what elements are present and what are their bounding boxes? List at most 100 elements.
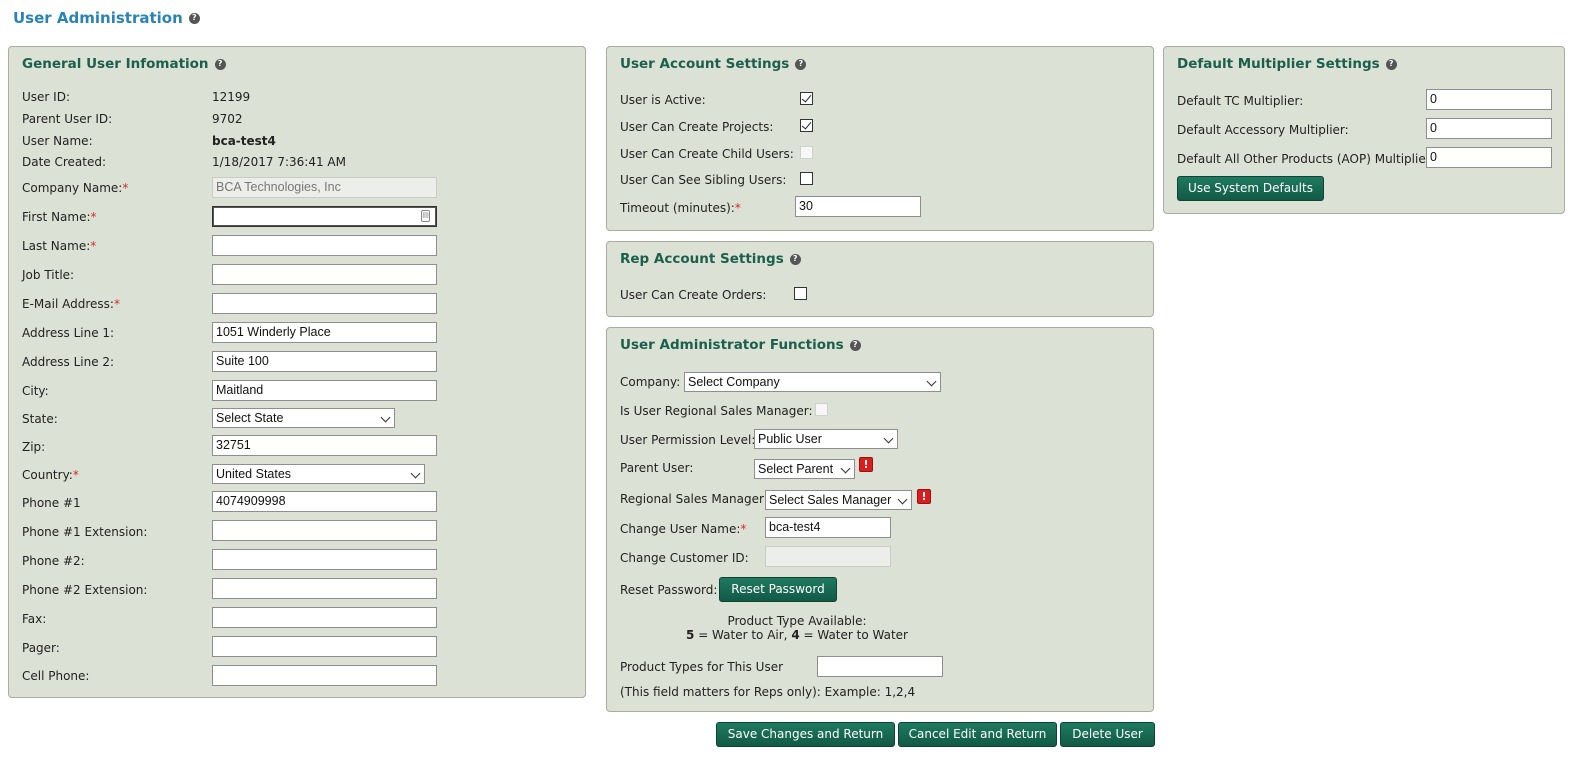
product-available-title: Product Type Available: xyxy=(727,614,867,628)
first-name-field[interactable]: ▤ xyxy=(212,206,437,227)
address1-field[interactable]: 1051 Winderly Place xyxy=(212,322,437,343)
parent-id-label: Parent User ID: xyxy=(22,112,113,126)
user-active-label: User is Active: xyxy=(620,93,706,107)
user-active-checkbox[interactable] xyxy=(800,92,813,105)
regional-manager-flag-checkbox xyxy=(815,403,828,416)
required-mark: * xyxy=(72,468,79,482)
company-name-label-text: Company Name: xyxy=(22,181,123,195)
fax-label: Fax: xyxy=(22,612,47,626)
help-icon[interactable]: ? xyxy=(789,253,801,265)
tc-multiplier-field[interactable]: 0 xyxy=(1426,89,1552,110)
help-icon[interactable]: ? xyxy=(1385,58,1397,70)
cell-phone-label: Cell Phone: xyxy=(22,669,90,683)
chevron-down-icon xyxy=(840,463,851,474)
help-icon[interactable]: ? xyxy=(795,58,807,70)
help-icon[interactable]: ? xyxy=(849,339,861,351)
required-mark: * xyxy=(90,210,97,224)
product-code-4: 4 xyxy=(791,628,800,642)
date-created-label: Date Created: xyxy=(22,155,107,169)
first-name-label: First Name:* xyxy=(22,210,97,224)
admin-company-label: Company: xyxy=(620,375,681,389)
city-label: City: xyxy=(22,384,49,398)
page-title-text: User Administration xyxy=(13,9,183,27)
email-label-text: E-Mail Address: xyxy=(22,297,114,311)
last-name-field[interactable] xyxy=(212,235,437,256)
admin-company-select[interactable]: Select Company xyxy=(684,372,941,392)
use-system-defaults-button[interactable]: Use System Defaults xyxy=(1177,176,1324,201)
phone2-field[interactable] xyxy=(212,549,437,570)
help-icon[interactable]: ? xyxy=(188,12,200,24)
user-id-label: User ID: xyxy=(22,90,70,104)
company-name-label: Company Name:* xyxy=(22,181,128,195)
contact-card-icon[interactable]: ▤ xyxy=(421,210,430,222)
cancel-edit-button[interactable]: Cancel Edit and Return xyxy=(898,722,1057,747)
address2-label: Address Line 2: xyxy=(22,355,115,369)
address2-field[interactable]: Suite 100 xyxy=(212,351,437,372)
pager-field[interactable] xyxy=(212,636,437,657)
phone1-ext-label: Phone #1 Extension: xyxy=(22,525,148,539)
sales-manager-label: Regional Sales Manager: xyxy=(620,492,768,506)
parent-user-label: Parent User: xyxy=(620,461,694,475)
phone1-label: Phone #1 xyxy=(22,496,81,510)
general-info-panel: General User Infomation ? User ID: 12199… xyxy=(8,46,586,698)
timeout-label: Timeout (minutes):* xyxy=(620,201,741,215)
last-name-label: Last Name:* xyxy=(22,239,96,253)
warning-icon: ! xyxy=(859,457,873,472)
delete-user-button[interactable]: Delete User xyxy=(1060,722,1155,747)
aop-multiplier-field[interactable]: 0 xyxy=(1426,147,1552,168)
parent-user-select[interactable]: Select Parent xyxy=(754,459,855,479)
tc-multiplier-label: Default TC Multiplier: xyxy=(1177,94,1304,108)
see-sibling-checkbox[interactable] xyxy=(800,172,813,185)
save-changes-button[interactable]: Save Changes and Return xyxy=(716,722,895,747)
chevron-down-icon xyxy=(410,468,421,479)
job-title-field[interactable] xyxy=(212,264,437,285)
country-label-text: Country: xyxy=(22,468,73,482)
fax-field[interactable] xyxy=(212,607,437,628)
job-title-label: Job Title: xyxy=(22,268,75,282)
timeout-field[interactable]: 30 xyxy=(795,196,921,217)
required-mark: * xyxy=(122,181,129,195)
sales-manager-select[interactable]: Select Sales Manager xyxy=(765,490,912,510)
zip-field[interactable]: 32751 xyxy=(212,435,437,456)
username-label: User Name: xyxy=(22,134,93,148)
state-select[interactable]: Select State xyxy=(212,408,395,428)
admin-functions-title: User Administrator Functions ? xyxy=(620,337,861,353)
company-name-field: BCA Technologies, Inc xyxy=(212,177,437,198)
last-name-label-text: Last Name: xyxy=(22,239,91,253)
product-types-field[interactable] xyxy=(817,656,943,677)
phone1-ext-field[interactable] xyxy=(212,520,437,541)
accessory-multiplier-field[interactable]: 0 xyxy=(1426,118,1552,139)
admin-functions-panel: User Administrator Functions ? Company: … xyxy=(606,327,1154,712)
phone1-field[interactable]: 4074909998 xyxy=(212,491,437,512)
warning-icon: ! xyxy=(917,489,931,504)
phone2-ext-label: Phone #2 Extension: xyxy=(22,583,148,597)
city-field[interactable]: Maitland xyxy=(212,380,437,401)
create-orders-label: User Can Create Orders: xyxy=(620,288,767,302)
first-name-label-text: First Name: xyxy=(22,210,91,224)
help-icon[interactable]: ? xyxy=(214,58,226,70)
reset-password-button[interactable]: Reset Password xyxy=(719,577,837,602)
product-types-label: Product Types for This User xyxy=(620,660,784,674)
email-label: E-Mail Address:* xyxy=(22,297,120,311)
timeout-label-text: Timeout (minutes): xyxy=(620,201,735,215)
general-info-title-text: General User Infomation xyxy=(22,56,209,72)
create-projects-checkbox[interactable] xyxy=(800,119,813,132)
phone2-ext-field[interactable] xyxy=(212,578,437,599)
username-value: bca-test4 xyxy=(212,134,276,148)
permission-level-select[interactable]: Public User xyxy=(754,429,898,449)
chevron-down-icon xyxy=(380,412,391,423)
change-username-field[interactable]: bca-test4 xyxy=(765,517,891,538)
account-settings-panel: User Account Settings ? User is Active: … xyxy=(606,46,1154,231)
chevron-down-icon xyxy=(883,433,894,444)
state-select-value: Select State xyxy=(216,411,284,425)
email-field[interactable] xyxy=(212,293,437,314)
admin-functions-title-text: User Administrator Functions xyxy=(620,337,844,353)
create-orders-checkbox[interactable] xyxy=(794,287,807,300)
rep-settings-panel: Rep Account Settings ? User Can Create O… xyxy=(606,241,1154,317)
create-child-checkbox xyxy=(800,146,813,159)
reset-password-label: Reset Password: xyxy=(620,583,718,597)
permission-level-label: User Permission Level: xyxy=(620,433,756,447)
country-select[interactable]: United States xyxy=(212,464,425,484)
see-sibling-label: User Can See Sibling Users: xyxy=(620,173,787,187)
cell-phone-field[interactable] xyxy=(212,665,437,686)
